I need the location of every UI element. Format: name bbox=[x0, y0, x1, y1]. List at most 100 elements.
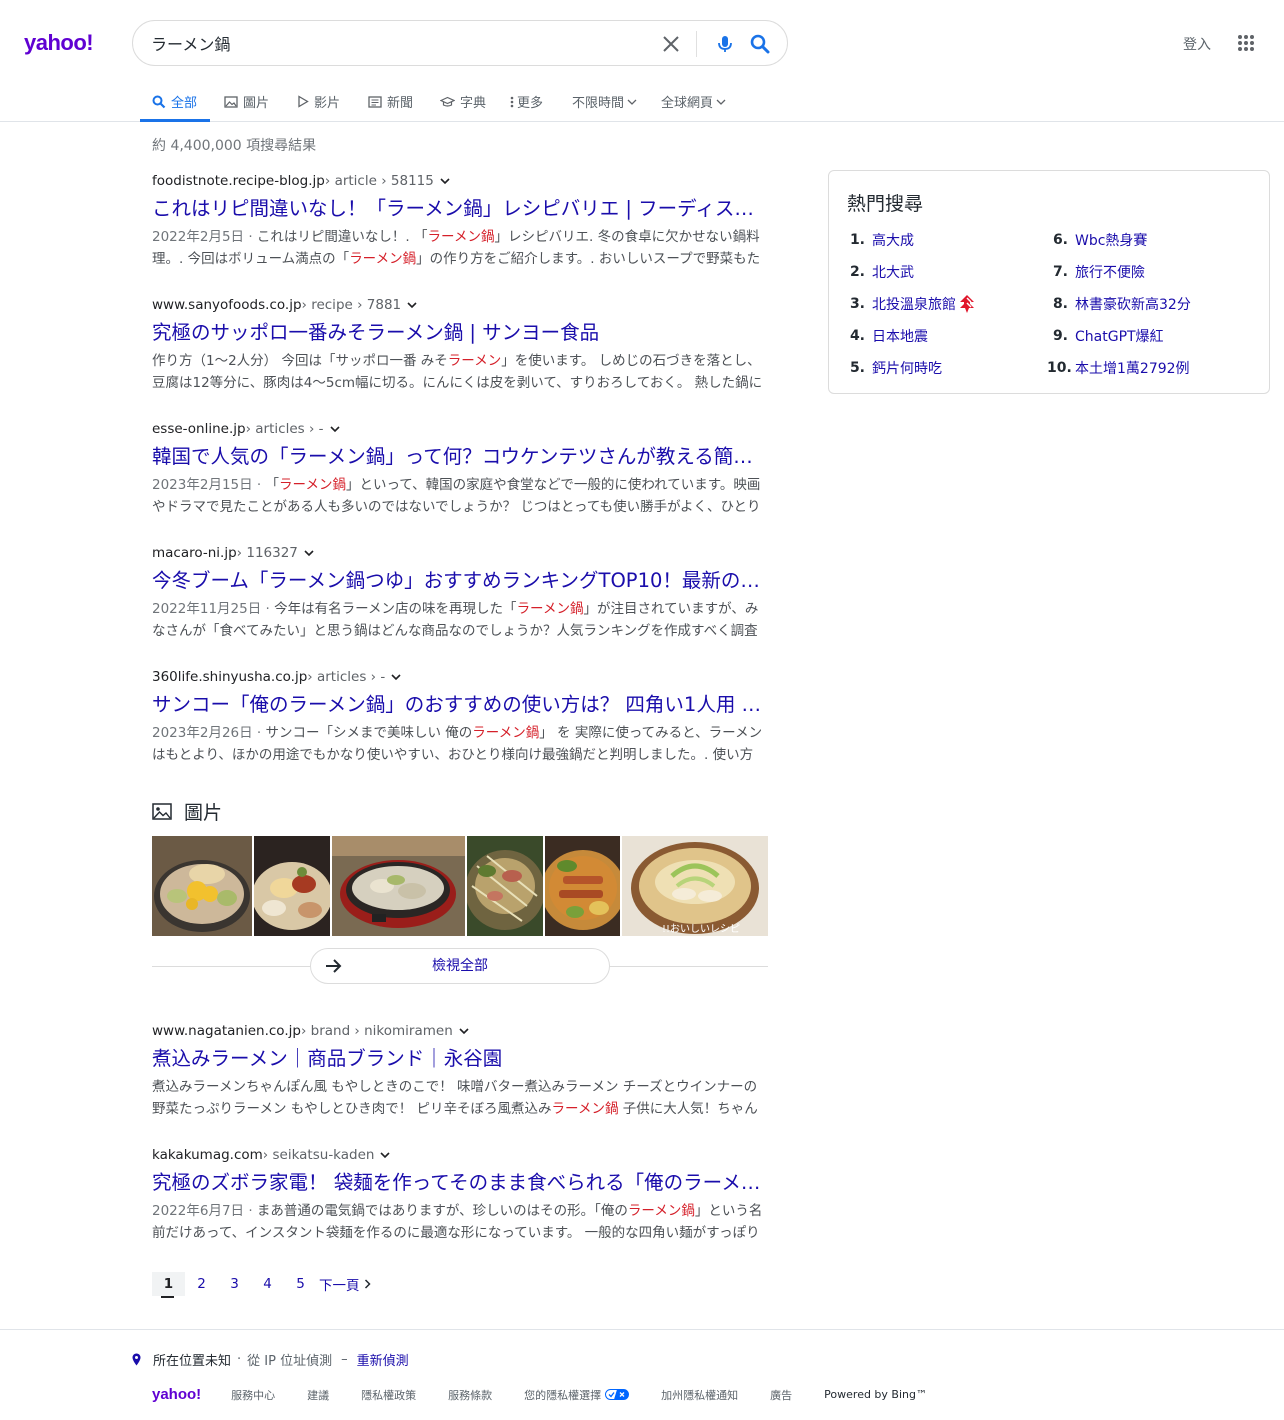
tab-label: 新聞 bbox=[387, 96, 414, 111]
result-path: › articles › - bbox=[245, 421, 324, 437]
trending-item[interactable]: 10. 本土增1萬2792例 bbox=[1047, 358, 1190, 378]
footer-california-privacy-link[interactable]: 加州隱私權通知 bbox=[661, 1387, 738, 1403]
tab-more[interactable]: 更多 bbox=[510, 92, 543, 111]
chevron-down-icon[interactable] bbox=[405, 298, 419, 312]
trending-rank: 3. bbox=[849, 296, 865, 312]
footer-privacy-link[interactable]: 隱私權政策 bbox=[361, 1387, 416, 1403]
trending-item[interactable]: 1. 高大成 bbox=[845, 230, 914, 250]
tab-all[interactable]: 全部 bbox=[152, 92, 197, 111]
trending-item[interactable]: 9. ChatGPT爆紅 bbox=[1047, 326, 1164, 346]
result-url[interactable]: esse-online.jp › articles › - bbox=[152, 420, 772, 438]
image-watermark: !!おいしいレシピ bbox=[662, 923, 740, 935]
page-2-link[interactable]: 2 bbox=[185, 1272, 218, 1296]
tab-dictionary[interactable]: 字典 bbox=[440, 92, 486, 111]
chevron-down-icon[interactable] bbox=[389, 670, 403, 684]
chevron-down-icon[interactable] bbox=[378, 1148, 392, 1162]
tab-label: 不限時間 bbox=[572, 96, 625, 111]
footer-privacy-choices-link[interactable]: 您的隱私權選擇 bbox=[524, 1387, 630, 1403]
close-icon[interactable] bbox=[661, 34, 681, 54]
result-url[interactable]: foodistnote.recipe-blog.jp › article › 5… bbox=[152, 172, 772, 190]
location-separator: – bbox=[341, 1352, 348, 1367]
result-path: › article › 58115 bbox=[324, 173, 434, 189]
signin-link[interactable]: 登入 bbox=[1183, 34, 1211, 54]
footer-yahoo-logo[interactable]: yahoo! bbox=[152, 1386, 201, 1403]
trending-item[interactable]: 2. 北大武 bbox=[845, 262, 914, 282]
image-thumbnail[interactable] bbox=[152, 836, 252, 936]
result-url[interactable]: www.sanyofoods.co.jp › recipe › 7881 bbox=[152, 296, 772, 314]
result-snippet: 2022年2月5日 · これはリピ間違いなし！. 「ラーメン鍋」レシピバリエ. … bbox=[152, 226, 766, 270]
arrow-right-icon bbox=[326, 959, 342, 973]
page-4-link[interactable]: 4 bbox=[251, 1272, 284, 1296]
chevron-down-icon[interactable] bbox=[328, 422, 342, 436]
result-title[interactable]: 今冬ブーム「ラーメン鍋つゆ」おすすめランキングTOP10！最新の人気商品 bbox=[152, 567, 770, 595]
snippet-text: 今年は有名ラーメン店の味を再現した「 bbox=[274, 601, 517, 617]
chevron-down-icon[interactable] bbox=[457, 1024, 471, 1038]
tab-videos[interactable]: 影片 bbox=[297, 92, 340, 111]
pagination: 1 2 3 4 5 下一頁 bbox=[152, 1272, 371, 1298]
snippet-text: まあ普通の電気鍋ではありますが、珍しいのはその形。「俺の bbox=[256, 1203, 628, 1219]
page-1-link[interactable]: 1 bbox=[152, 1272, 185, 1298]
view-all-images-button[interactable]: 檢視全部 bbox=[310, 948, 610, 984]
result-date: 2023年2月26日 · bbox=[152, 725, 266, 741]
footer: 所在位置未知 · 從 IP 位址偵測 – 重新偵測 yahoo! 服務中心 建議… bbox=[0, 1329, 1284, 1420]
result-url[interactable]: 360life.shinyusha.co.jp › articles › - bbox=[152, 668, 772, 686]
powered-by-bing: Powered by Bing™ bbox=[824, 1388, 927, 1401]
result-title[interactable]: 煮込みラーメン｜商品ブランド｜永谷園 bbox=[152, 1045, 770, 1073]
footer-ads-link[interactable]: 廣告 bbox=[770, 1387, 792, 1403]
result-path: › seikatsu-kaden bbox=[262, 1147, 375, 1163]
page-5-link[interactable]: 5 bbox=[284, 1272, 317, 1296]
chevron-down-icon[interactable] bbox=[302, 546, 316, 560]
image-thumbnail[interactable] bbox=[332, 836, 465, 936]
snippet-text: 「 bbox=[265, 477, 280, 493]
trending-item[interactable]: 4. 日本地震 bbox=[845, 326, 928, 346]
highlighted-term: ラーメン鍋 bbox=[516, 601, 584, 617]
footer-links: yahoo! 服務中心 建議 隱私權政策 服務條款 您的隱私權選擇 加州隱私權通… bbox=[152, 1386, 959, 1403]
image-thumbnail[interactable]: !!おいしいレシピ bbox=[622, 836, 768, 936]
result-url[interactable]: macaro-ni.jp › 116327 bbox=[152, 544, 772, 562]
result-snippet: 2023年2月26日 · サンコー「シメまで美味しい 俺のラーメン鍋」 を 実際… bbox=[152, 722, 766, 766]
image-thumbnail[interactable] bbox=[467, 836, 543, 936]
footer-feedback-link[interactable]: 建議 bbox=[307, 1387, 329, 1403]
microphone-icon[interactable] bbox=[715, 34, 735, 54]
page-3-link[interactable]: 3 bbox=[218, 1272, 251, 1296]
trending-rank: 5. bbox=[849, 360, 865, 376]
footer-help-link[interactable]: 服務中心 bbox=[231, 1387, 275, 1403]
trending-label: 北投溫泉旅館 bbox=[872, 297, 956, 313]
result-domain: www.sanyofoods.co.jp bbox=[152, 297, 302, 313]
yahoo-logo[interactable]: yahoo! bbox=[24, 30, 94, 56]
trending-item[interactable]: 8. 林書豪砍新高32分 bbox=[1047, 294, 1191, 314]
search-result: www.nagatanien.co.jp › brand › nikomiram… bbox=[152, 1022, 772, 1120]
image-thumbnail[interactable] bbox=[254, 836, 330, 936]
time-filter-dropdown[interactable]: 不限時間 bbox=[572, 92, 637, 111]
result-title[interactable]: 究極のサッポロ一番みそラーメン鍋 | サンヨー食品 bbox=[152, 319, 770, 347]
next-page-link[interactable]: 下一頁 bbox=[319, 1274, 371, 1294]
result-title[interactable]: これはリピ間違いなし！「ラーメン鍋」レシピバリエ | フーディストノート bbox=[152, 195, 770, 223]
trending-item[interactable]: 5. 鈣片何時吃 bbox=[845, 358, 942, 378]
result-domain: macaro-ni.jp bbox=[152, 545, 237, 561]
footer-terms-link[interactable]: 服務條款 bbox=[448, 1387, 492, 1403]
search-icon[interactable] bbox=[749, 33, 771, 55]
region-filter-dropdown[interactable]: 全球網頁 bbox=[661, 92, 726, 111]
search-input[interactable] bbox=[151, 31, 641, 55]
chevron-down-icon[interactable] bbox=[438, 174, 452, 188]
tab-images[interactable]: 圖片 bbox=[224, 92, 269, 111]
trending-title: 熱門搜尋 bbox=[847, 193, 924, 215]
result-title[interactable]: サンコー「俺のラーメン鍋」のおすすめの使い方は？ 四角い1人用 鍋を実際に bbox=[152, 691, 770, 719]
trending-item[interactable]: 6. Wbc熱身賽 bbox=[1047, 230, 1148, 250]
more-vertical-icon bbox=[510, 96, 514, 107]
results-count: 約 4,400,000 項搜尋結果 bbox=[152, 138, 317, 154]
result-url[interactable]: kakakumag.com › seikatsu-kaden bbox=[152, 1146, 772, 1164]
result-url[interactable]: www.nagatanien.co.jp › brand › nikomiram… bbox=[152, 1022, 772, 1040]
images-section-header[interactable]: 圖片 bbox=[152, 798, 222, 825]
tab-news[interactable]: 新聞 bbox=[368, 92, 413, 111]
result-title[interactable]: 究極のズボラ家電！ 袋麺を作ってそのまま食べられる「俺のラーメン鍋」 bbox=[152, 1169, 770, 1197]
apps-grid-icon[interactable] bbox=[1237, 34, 1255, 52]
image-thumbnail[interactable] bbox=[545, 836, 620, 936]
trending-item[interactable]: 3. 北投溫泉旅館 bbox=[845, 294, 975, 314]
location-ip: 從 IP 位址偵測 bbox=[247, 1354, 333, 1369]
redetect-location-link[interactable]: 重新偵測 bbox=[357, 1350, 409, 1369]
result-title[interactable]: 韓国で人気の「ラーメン鍋」って何？コウケンテツさんが教える簡単活用法 bbox=[152, 443, 770, 471]
trending-label: 林書豪砍新高32分 bbox=[1075, 297, 1191, 313]
result-snippet: 煮込みラーメンちゃんぽん風 もやしときのこで！ 味噌バター煮込みラーメン チーズ… bbox=[152, 1076, 766, 1120]
trending-item[interactable]: 7. 旅行不便險 bbox=[1047, 262, 1145, 282]
